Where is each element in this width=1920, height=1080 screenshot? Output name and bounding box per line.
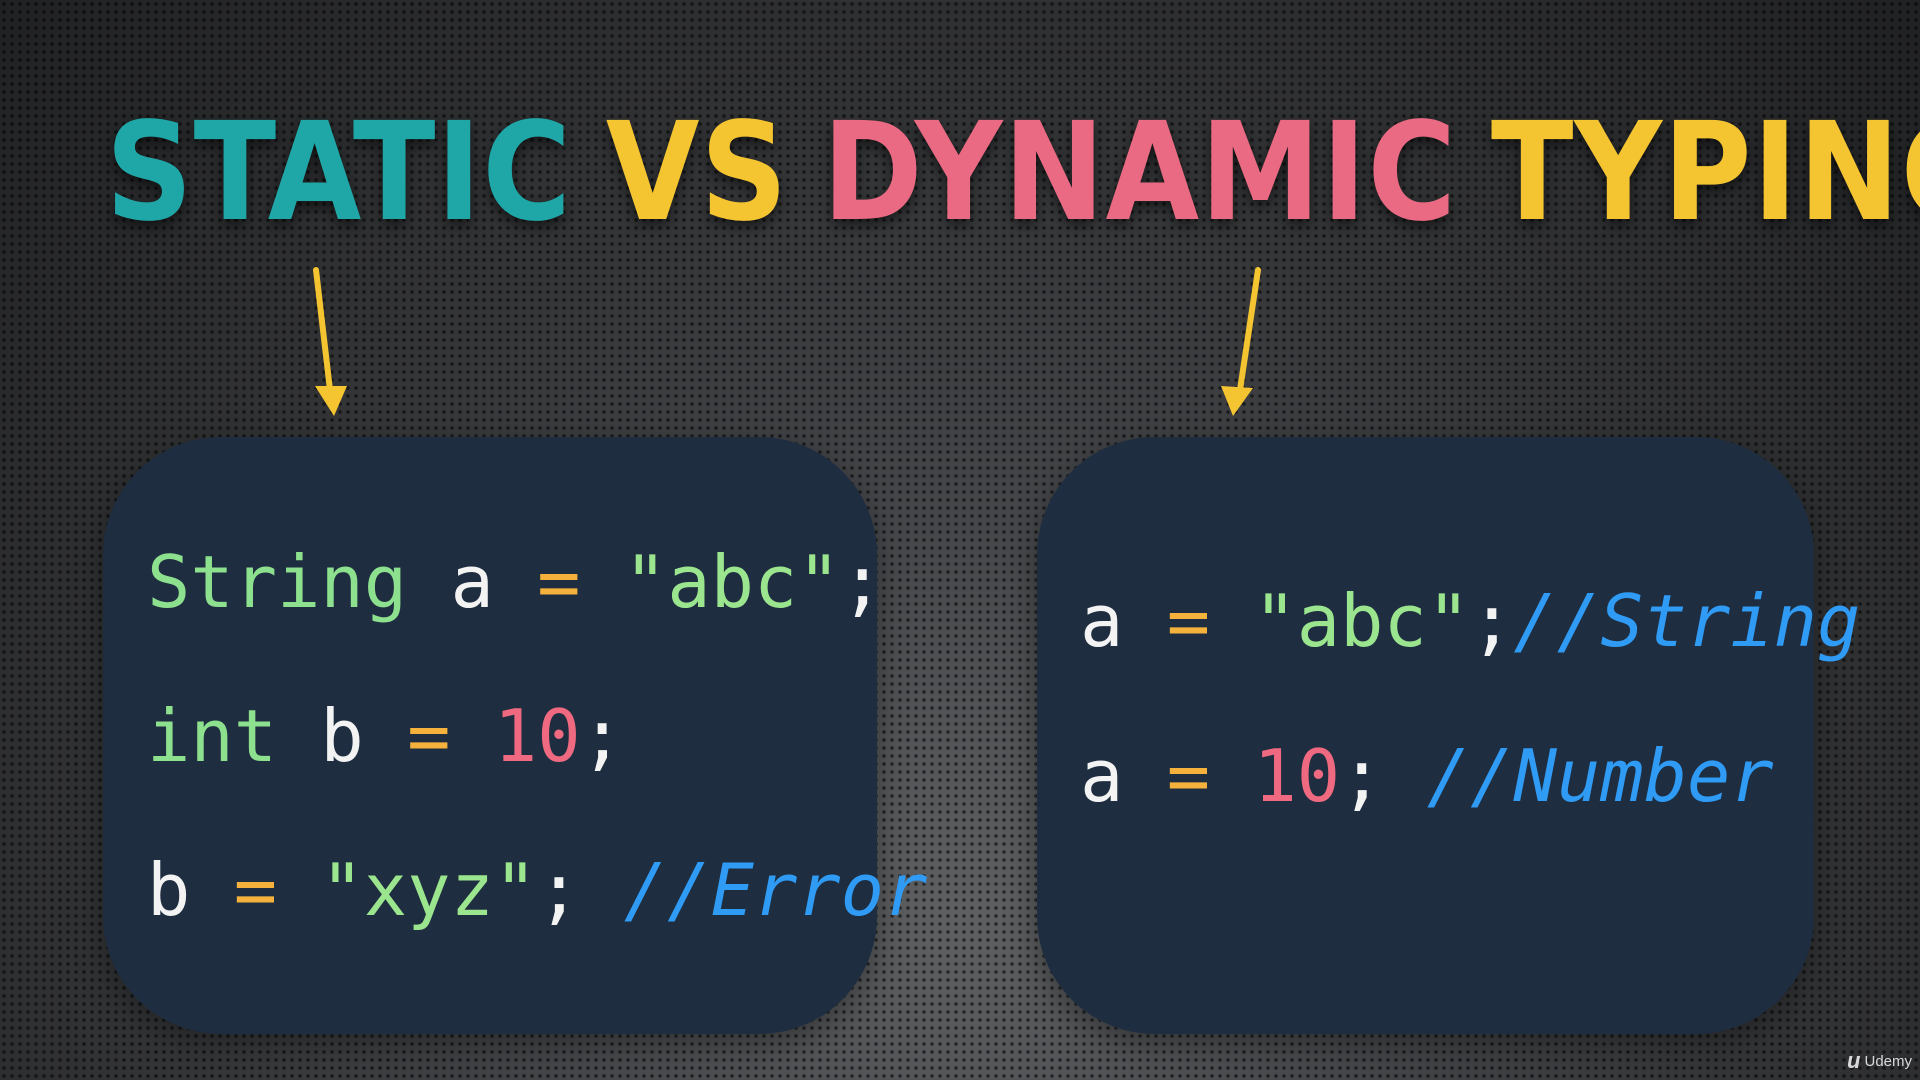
error-comment: //Error [623, 848, 928, 932]
udemy-logo-icon: u [1847, 1048, 1861, 1073]
variable: b [320, 694, 364, 778]
slide-title: STATICVSDYNAMICTYPING [105, 94, 1920, 252]
operator: = [537, 540, 581, 624]
variable: a [1080, 734, 1124, 818]
variable: b [147, 848, 191, 932]
udemy-label: Udemy [1864, 1052, 1912, 1070]
string-comment: //String [1513, 579, 1861, 663]
dynamic-code-line-1: a = "abc";//String [1080, 581, 1860, 661]
semicolon: ; [1470, 579, 1514, 663]
string-literal: "xyz" [320, 848, 538, 932]
semicolon: ; [840, 540, 884, 624]
variable: a [1080, 579, 1124, 663]
operator: = [1166, 734, 1211, 818]
semicolon: ; [537, 848, 581, 932]
semicolon: ; [1340, 734, 1384, 818]
arrow-to-dynamic-icon [1221, 267, 1261, 416]
static-code-line-1: String a = "abc"; [147, 542, 884, 622]
type-keyword: String [147, 540, 408, 624]
operator: = [407, 694, 451, 778]
string-literal: "abc" [1253, 579, 1471, 663]
static-code-line-3: b = "xyz"; //Error [147, 850, 927, 930]
number-literal: 10 [1253, 734, 1341, 818]
type-keyword: int [147, 694, 278, 778]
number-comment: //Number [1426, 734, 1774, 818]
arrow-to-static-icon [313, 267, 347, 416]
semicolon: ; [580, 694, 624, 778]
operator: = [233, 848, 278, 932]
string-literal: "abc" [623, 540, 841, 624]
variable: a [450, 540, 494, 624]
number-literal: 10 [493, 694, 581, 778]
operator: = [1166, 579, 1211, 663]
title-vs: VS [605, 94, 789, 252]
title-static: STATIC [105, 94, 573, 252]
dynamic-code-line-2: a = 10; //Number [1080, 736, 1774, 816]
title-dynamic: DYNAMIC [822, 94, 1458, 252]
static-code-line-2: int b = 10; [147, 696, 624, 776]
udemy-watermark: u Udemy [1847, 1048, 1912, 1074]
title-typing: TYPING [1490, 94, 1920, 252]
